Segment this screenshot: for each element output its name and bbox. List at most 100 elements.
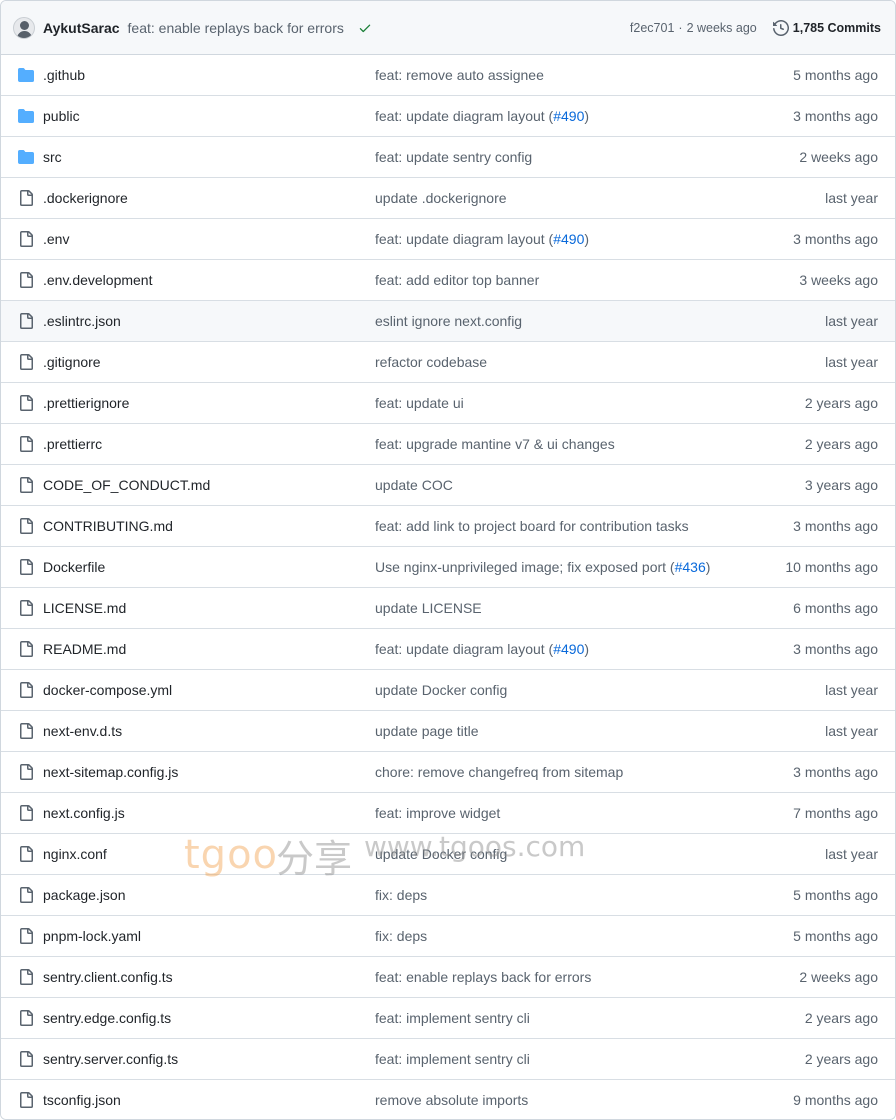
commit-message-link[interactable]: feat: implement sentry cli: [375, 1010, 530, 1026]
commit-message-link[interactable]: chore: remove changefreq from sitemap: [375, 764, 623, 780]
file-name-link[interactable]: .github: [43, 67, 85, 83]
commit-history-link[interactable]: 1,785 Commits: [772, 19, 881, 36]
file-name-link[interactable]: src: [43, 149, 62, 165]
file-name-link[interactable]: sentry.client.config.ts: [43, 969, 173, 985]
file-row[interactable]: .prettierignore feat: update ui 2 years ag…: [1, 383, 895, 424]
commit-age: 2 years ago: [804, 1051, 878, 1067]
commit-age: last year: [825, 354, 878, 370]
commit-message-link[interactable]: remove absolute imports: [375, 1092, 528, 1108]
file-row[interactable]: .env.development feat: add editor top ban…: [1, 260, 895, 301]
file-row[interactable]: sentry.edge.config.ts feat: implement sen…: [1, 998, 895, 1039]
commit-message-link[interactable]: Use nginx-unprivileged image; fix expose…: [375, 559, 710, 575]
file-name-link[interactable]: next-sitemap.config.js: [43, 764, 178, 780]
commit-message-link[interactable]: feat: update sentry config: [375, 149, 532, 165]
file-name-link[interactable]: next.config.js: [43, 805, 125, 821]
commit-message-text: feat: upgrade mantine v7 & ui changes: [375, 436, 615, 452]
file-name-link[interactable]: package.json: [43, 887, 126, 903]
commit-message-link[interactable]: update Docker config: [375, 846, 507, 862]
file-name-link[interactable]: sentry.server.config.ts: [43, 1051, 178, 1067]
commit-message-link[interactable]: feat: implement sentry cli: [375, 1051, 530, 1067]
file-row[interactable]: sentry.client.config.ts feat: enable repl…: [1, 957, 895, 998]
file-name-link[interactable]: .eslintrc.json: [43, 313, 121, 329]
file-row[interactable]: Dockerfile Use nginx-unprivileged image; …: [1, 547, 895, 588]
file-name-link[interactable]: public: [43, 108, 80, 124]
file-name-link[interactable]: .prettierignore: [43, 395, 129, 411]
file-row[interactable]: next.config.js feat: improve widget 7 mont…: [1, 793, 895, 834]
file-name-link[interactable]: tsconfig.json: [43, 1092, 121, 1108]
commit-message-link[interactable]: update .dockerignore: [375, 190, 507, 206]
commit-message-link[interactable]: feat: remove auto assignee: [375, 67, 544, 83]
file-row[interactable]: src feat: update sentry config 2 weeks ago: [1, 137, 895, 178]
commit-message-link[interactable]: update LICENSE: [375, 600, 482, 616]
file-row[interactable]: package.json fix: deps 5 months ago: [1, 875, 895, 916]
commit-message-link[interactable]: feat: add editor top banner: [375, 272, 539, 288]
file-row[interactable]: CONTRIBUTING.md feat: add link to project…: [1, 506, 895, 547]
commit-age: 5 months ago: [793, 928, 878, 944]
file-row[interactable]: LICENSE.md update LICENSE 6 months ago: [1, 588, 895, 629]
file-name-link[interactable]: .env: [43, 231, 69, 247]
pull-request-link[interactable]: #490: [553, 641, 584, 657]
file-row[interactable]: .github feat: remove auto assignee 5 month…: [1, 55, 895, 96]
file-row[interactable]: .env feat: update diagram layout (#490) 3 …: [1, 219, 895, 260]
file-row[interactable]: .dockerignore update .dockerignore last ye…: [1, 178, 895, 219]
commit-message-link[interactable]: refactor codebase: [375, 354, 487, 370]
file-row[interactable]: CODE_OF_CONDUCT.md update COC 3 years ago: [1, 465, 895, 506]
commit-message-link[interactable]: fix: deps: [375, 887, 427, 903]
commit-message-link[interactable]: feat: enable replays back for errors: [375, 969, 591, 985]
file-row[interactable]: docker-compose.yml update Docker config la…: [1, 670, 895, 711]
file-name-link[interactable]: .gitignore: [43, 354, 101, 370]
file-name-link[interactable]: README.md: [43, 641, 126, 657]
author-avatar[interactable]: [13, 16, 35, 39]
commit-message-link[interactable]: feat: improve widget: [375, 805, 500, 821]
file-row[interactable]: sentry.server.config.ts feat: implement s…: [1, 1039, 895, 1080]
file-row[interactable]: tsconfig.json remove absolute imports 9 mo…: [1, 1080, 895, 1119]
commit-message-link[interactable]: feat: update diagram layout (#490): [375, 231, 589, 247]
commit-message-link[interactable]: update Docker config: [375, 682, 507, 698]
file-row[interactable]: .eslintrc.json eslint ignore next.config l…: [1, 301, 895, 342]
commit-message-link[interactable]: feat: upgrade mantine v7 & ui changes: [375, 436, 615, 452]
file-name-link[interactable]: .env.development: [43, 272, 152, 288]
file-name-link[interactable]: next-env.d.ts: [43, 723, 122, 739]
file-name-link[interactable]: sentry.edge.config.ts: [43, 1010, 171, 1026]
commit-message-link[interactable]: feat: add link to project board for cont…: [375, 518, 689, 534]
file-name-link[interactable]: .prettierrc: [43, 436, 102, 452]
commit-message-link[interactable]: feat: update diagram layout (#490): [375, 641, 589, 657]
file-name-link[interactable]: LICENSE.md: [43, 600, 126, 616]
file-row[interactable]: next-sitemap.config.js chore: remove chan…: [1, 752, 895, 793]
commit-age: last year: [825, 846, 878, 862]
file-name-link[interactable]: CODE_OF_CONDUCT.md: [43, 477, 210, 493]
file-name-link[interactable]: Dockerfile: [43, 559, 105, 575]
commit-message-link[interactable]: feat: update ui: [375, 395, 464, 411]
file-row[interactable]: public feat: update diagram layout (#490)…: [1, 96, 895, 137]
file-name-link[interactable]: nginx.conf: [43, 846, 107, 862]
commit-age: 5 months ago: [793, 67, 878, 83]
check-icon[interactable]: [358, 21, 372, 35]
commit-message-text: update LICENSE: [375, 600, 482, 616]
commit-message-text: update .dockerignore: [375, 190, 507, 206]
commit-message-link[interactable]: update COC: [375, 477, 453, 493]
commit-message-link[interactable]: eslint ignore next.config: [375, 313, 522, 329]
file-name-link[interactable]: pnpm-lock.yaml: [43, 928, 141, 944]
pull-request-link[interactable]: #490: [553, 231, 584, 247]
latest-commit-message[interactable]: feat: enable replays back for errors: [128, 20, 344, 36]
file-name-link[interactable]: .dockerignore: [43, 190, 128, 206]
pull-request-link[interactable]: #490: [553, 108, 584, 124]
commit-age: 2 years ago: [804, 436, 878, 452]
file-row[interactable]: nginx.conf update Docker config last year: [1, 834, 895, 875]
commit-sha-link[interactable]: f2ec701: [630, 21, 674, 35]
pull-request-link[interactable]: #436: [675, 559, 706, 575]
commit-message-link[interactable]: fix: deps: [375, 928, 427, 944]
file-name-link[interactable]: CONTRIBUTING.md: [43, 518, 173, 534]
commit-message-link[interactable]: feat: update diagram layout (#490): [375, 108, 589, 124]
file-row[interactable]: pnpm-lock.yaml fix: deps 5 months ago: [1, 916, 895, 957]
commit-author-link[interactable]: AykutSarac: [43, 20, 120, 36]
file-row[interactable]: .prettierrc feat: upgrade mantine v7 & ui…: [1, 424, 895, 465]
file-icon: [18, 190, 34, 207]
file-row[interactable]: next-env.d.ts update page title last year: [1, 711, 895, 752]
file-name-link[interactable]: docker-compose.yml: [43, 682, 172, 698]
commit-message-text: refactor codebase: [375, 354, 488, 370]
commit-message-link[interactable]: update page title: [375, 723, 479, 739]
commit-age: 10 months ago: [785, 559, 878, 575]
file-row[interactable]: .gitignore refactor codebase last year: [1, 342, 895, 383]
file-row[interactable]: README.md feat: update diagram layout (#4…: [1, 629, 895, 670]
